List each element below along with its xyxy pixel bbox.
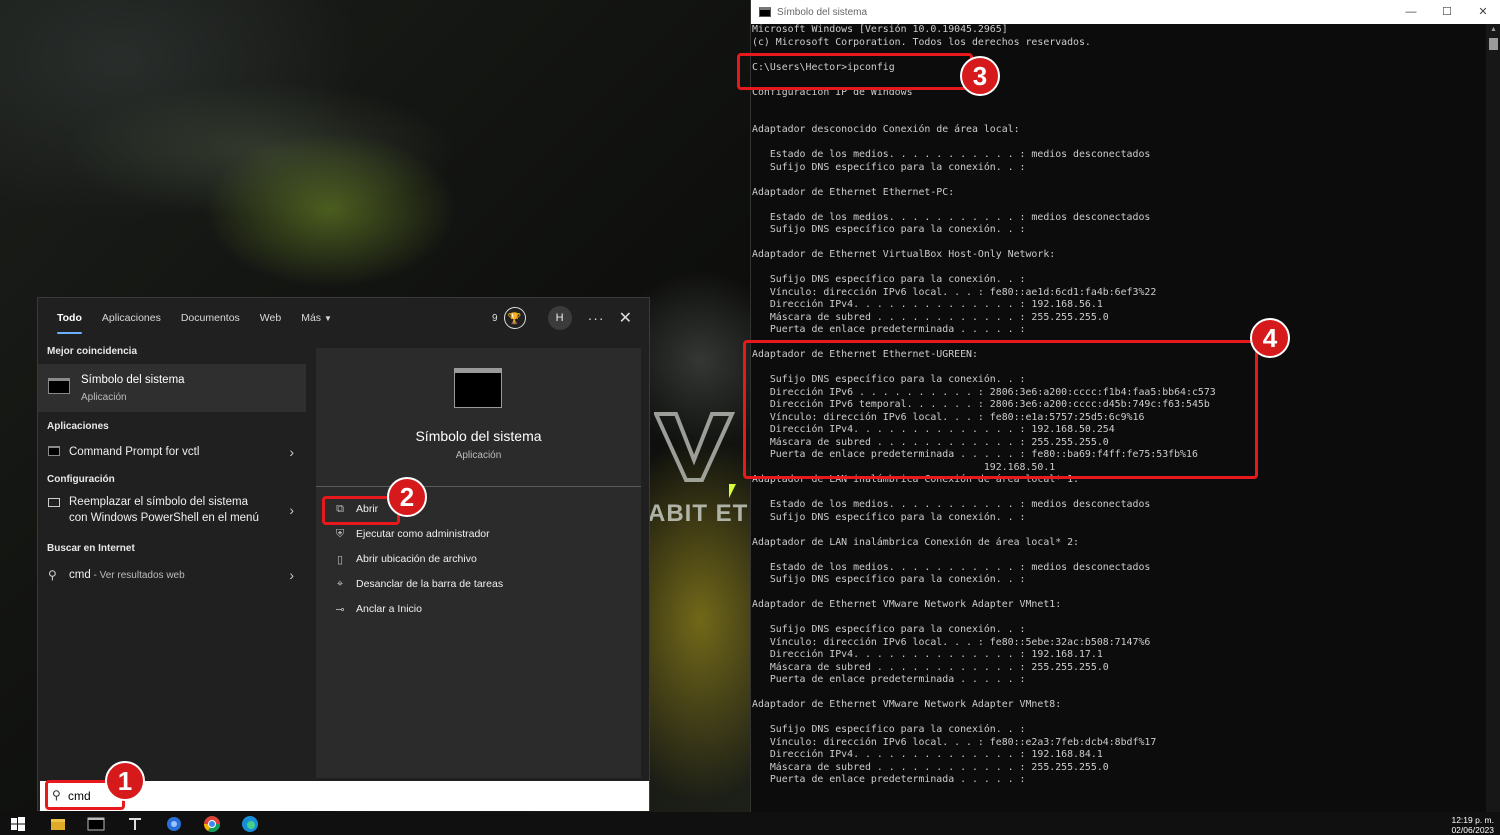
shield-icon: ⛨	[335, 527, 345, 540]
web-result-cmd[interactable]: ⚲ cmd - Ver resultados web ›	[38, 562, 306, 588]
step-badge-1: 1	[105, 761, 145, 801]
highlight-ipconfig-command	[737, 53, 973, 90]
ellipsis-icon[interactable]: ···	[588, 310, 605, 326]
avatar[interactable]: H	[547, 306, 572, 330]
window-titlebar[interactable]: Símbolo del sistema — ☐ ✕	[751, 0, 1500, 24]
command-prompt-large-icon	[454, 368, 502, 408]
settings-result-powershell[interactable]: Reemplazar el símbolo del sistema con Wi…	[38, 493, 306, 531]
unpin-icon: ⌖	[336, 577, 344, 590]
edge-icon[interactable]	[241, 815, 259, 833]
web-query: cmd	[69, 569, 91, 581]
web-search-header: Buscar en Internet	[47, 543, 135, 554]
minimize-icon[interactable]: —	[1393, 0, 1429, 24]
search-icon: ⚲	[48, 568, 57, 582]
chrome-icon[interactable]	[203, 815, 221, 833]
settings-header: Configuración	[47, 474, 115, 485]
maximize-icon[interactable]: ☐	[1429, 0, 1465, 24]
best-match-item[interactable]: Símbolo del sistema Aplicación	[38, 364, 306, 412]
rewards-count: 9	[492, 312, 498, 324]
chevron-down-icon: ▼	[324, 314, 332, 323]
preview-subtitle: Aplicación	[455, 450, 502, 461]
action-open-file-location-label: Abrir ubicación de archivo	[356, 553, 477, 565]
result-preview-pane: Símbolo del sistema Aplicación ⧉ Abrir ⛨ E…	[316, 348, 641, 778]
web-query-suffix: - Ver resultados web	[90, 570, 185, 581]
results-list: Mejor coincidencia Símbolo del sistema A…	[38, 338, 308, 773]
settings-result-line2: con Windows PowerShell en el menú	[69, 512, 259, 524]
search-header-actions: 9 🏆 H ··· ✕	[492, 298, 649, 338]
mouse-cursor	[729, 484, 736, 498]
best-match-subtitle: Aplicación	[81, 392, 127, 403]
command-prompt-icon	[48, 446, 60, 456]
action-unpin-taskbar[interactable]: ⌖ Desanclar de la barra de tareas	[332, 573, 503, 595]
action-run-as-admin-label: Ejecutar como administrador	[356, 528, 490, 540]
wallpaper-text: ABIT ETHER	[648, 500, 750, 527]
search-tabs: Todo Aplicaciones Documentos Web Más ▼ 9 …	[38, 298, 649, 338]
tab-documents[interactable]: Documentos	[171, 298, 250, 338]
highlight-ugreen-adapter	[743, 340, 1258, 479]
action-pin-start-label: Anclar a Inicio	[356, 603, 422, 615]
tab-web[interactable]: Web	[250, 298, 291, 338]
close-icon[interactable]: ✕	[619, 308, 632, 328]
file-explorer-icon[interactable]	[49, 815, 67, 833]
rewards-trophy-icon[interactable]: 🏆	[503, 307, 526, 329]
step-badge-2: 2	[387, 477, 427, 517]
tool-icon[interactable]	[126, 815, 144, 833]
tab-more-label: Más	[301, 312, 322, 324]
pin-icon: ⊸	[335, 603, 345, 616]
close-icon[interactable]: ✕	[1465, 0, 1500, 24]
system-clock[interactable]: 12:19 p. m. 02/06/2023	[1451, 815, 1494, 835]
divider	[316, 486, 641, 487]
tab-apps[interactable]: Aplicaciones	[92, 298, 171, 338]
settings-result-line1: Reemplazar el símbolo del sistema	[69, 496, 248, 508]
chevron-right-icon[interactable]: ›	[289, 444, 294, 460]
tab-more[interactable]: Más ▼	[291, 298, 342, 338]
action-open-file-location[interactable]: ▯ Abrir ubicación de archivo	[332, 548, 477, 570]
app-result-label: Command Prompt for vctl	[69, 446, 200, 458]
vertical-scrollbar[interactable]: ▲	[1486, 24, 1500, 812]
tab-all[interactable]: Todo	[47, 298, 92, 338]
best-match-header: Mejor coincidencia	[47, 346, 138, 357]
chevron-right-icon[interactable]: ›	[289, 567, 294, 583]
preview-title: Símbolo del sistema	[415, 428, 542, 444]
clock-date: 02/06/2023	[1451, 825, 1494, 835]
start-search-panel: Todo Aplicaciones Documentos Web Más ▼ 9 …	[37, 297, 650, 811]
action-unpin-taskbar-label: Desanclar de la barra de tareas	[356, 578, 504, 590]
clock-time: 12:19 p. m.	[1451, 815, 1494, 825]
windows-start-icon[interactable]	[9, 815, 27, 833]
command-prompt-icon	[48, 378, 70, 394]
command-prompt-icon	[759, 7, 771, 17]
scrollbar-thumb[interactable]	[1489, 38, 1498, 50]
action-run-as-admin[interactable]: ⛨ Ejecutar como administrador	[332, 523, 490, 545]
chevron-right-icon[interactable]: ›	[289, 502, 294, 518]
apps-header: Aplicaciones	[47, 421, 109, 432]
best-match-title: Símbolo del sistema	[81, 374, 185, 386]
step-badge-3: 3	[960, 56, 1000, 96]
monitor-icon	[48, 498, 60, 507]
app-icon[interactable]	[165, 815, 183, 833]
file-icon: ▯	[336, 553, 344, 566]
step-badge-4: 4	[1250, 318, 1290, 358]
taskbar: 12:19 p. m. 02/06/2023	[0, 812, 1500, 835]
terminal-icon[interactable]	[87, 815, 105, 833]
action-pin-start[interactable]: ⊸ Anclar a Inicio	[332, 598, 422, 620]
wallpaper-logo-shape	[654, 412, 736, 482]
scroll-up-icon[interactable]: ▲	[1489, 26, 1498, 35]
window-title: Símbolo del sistema	[777, 6, 868, 18]
app-result-vctl[interactable]: Command Prompt for vctl ›	[38, 439, 306, 465]
